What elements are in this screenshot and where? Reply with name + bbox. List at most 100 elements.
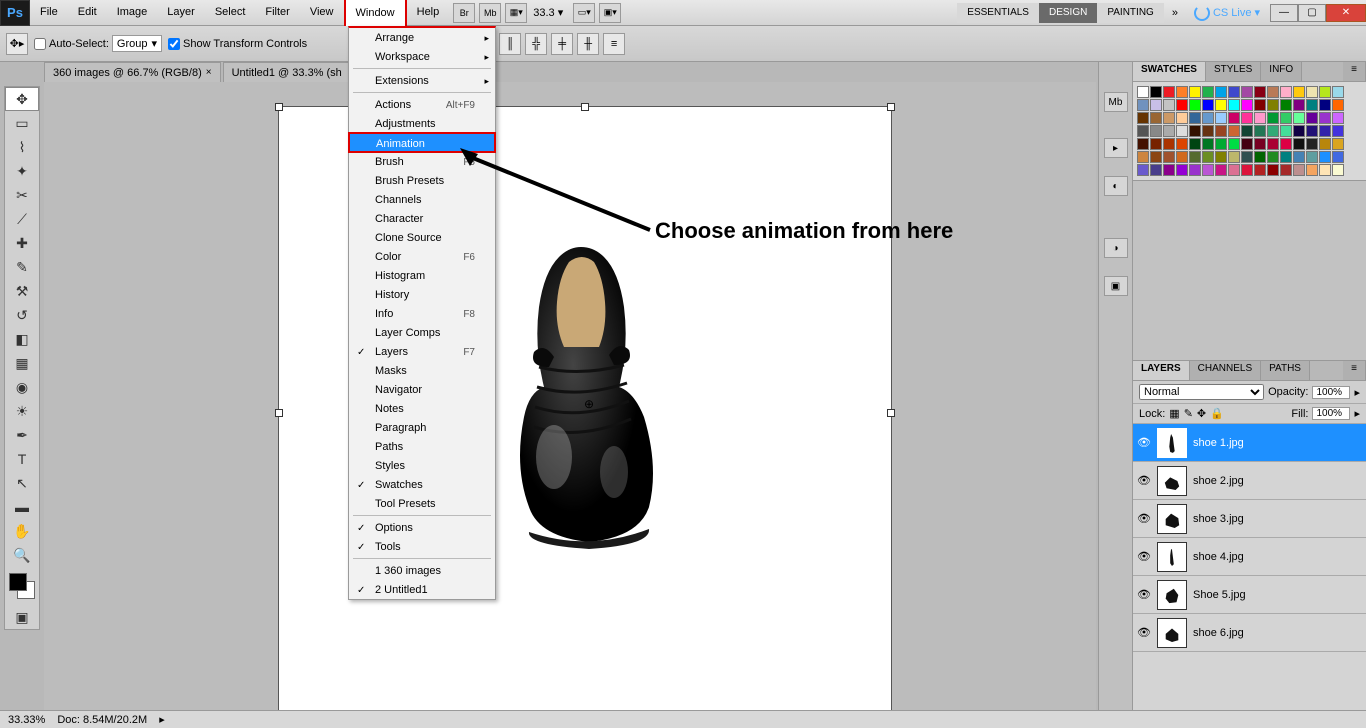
swatch[interactable] <box>1332 164 1344 176</box>
swatch[interactable] <box>1254 86 1266 98</box>
swatch[interactable] <box>1293 138 1305 150</box>
swatch[interactable] <box>1202 99 1214 111</box>
align-icon[interactable]: ≡ <box>603 33 625 55</box>
swatch[interactable] <box>1202 138 1214 150</box>
bridge-icon[interactable]: Br <box>453 3 475 23</box>
mb-panel-icon[interactable]: Mb <box>1104 92 1128 112</box>
menu-item-histogram[interactable]: Histogram <box>349 266 495 285</box>
menu-item-extensions[interactable]: Extensions <box>349 71 495 90</box>
swatch[interactable] <box>1189 138 1201 150</box>
swatch[interactable] <box>1267 99 1279 111</box>
swatch[interactable] <box>1176 125 1188 137</box>
swatch[interactable] <box>1332 125 1344 137</box>
swatch[interactable] <box>1280 125 1292 137</box>
swatch[interactable] <box>1202 86 1214 98</box>
more-workspaces[interactable]: » <box>1172 7 1178 19</box>
eraser-tool[interactable]: ◧ <box>5 327 39 351</box>
maximize-button[interactable]: ▢ <box>1298 4 1326 22</box>
swatch[interactable] <box>1254 112 1266 124</box>
swatch[interactable] <box>1306 125 1318 137</box>
swatch[interactable] <box>1163 86 1175 98</box>
swatch[interactable] <box>1215 164 1227 176</box>
swatch[interactable] <box>1189 112 1201 124</box>
stamp-tool[interactable]: ⚒ <box>5 279 39 303</box>
swatch[interactable] <box>1306 138 1318 150</box>
close-button[interactable]: ✕ <box>1326 4 1366 22</box>
history-panel-icon[interactable]: ▸ <box>1104 138 1128 158</box>
swatch[interactable] <box>1267 138 1279 150</box>
swatch[interactable] <box>1189 125 1201 137</box>
visibility-icon[interactable]: 👁 <box>1137 474 1151 488</box>
swatch[interactable] <box>1241 151 1253 163</box>
eyedropper-tool[interactable]: ⟋ <box>5 207 39 231</box>
swatch[interactable] <box>1319 151 1331 163</box>
swatch[interactable] <box>1202 151 1214 163</box>
menu-item-paths[interactable]: Paths <box>349 437 495 456</box>
document-tab[interactable]: 360 images @ 66.7% (RGB/8)× <box>44 62 221 82</box>
status-flyout-icon[interactable]: ▸ <box>159 713 165 726</box>
menu-item-workspace[interactable]: Workspace <box>349 47 495 66</box>
swatch[interactable] <box>1293 164 1305 176</box>
brush-tool[interactable]: ✎ <box>5 255 39 279</box>
swatch[interactable] <box>1254 164 1266 176</box>
swatch[interactable] <box>1137 164 1149 176</box>
pen-tool[interactable]: ✒ <box>5 423 39 447</box>
color-swatches[interactable] <box>9 573 35 599</box>
info-tab[interactable]: INFO <box>1261 62 1302 81</box>
swatch[interactable] <box>1293 86 1305 98</box>
swatch[interactable] <box>1176 86 1188 98</box>
swatch[interactable] <box>1176 138 1188 150</box>
visibility-icon[interactable]: 👁 <box>1137 436 1151 450</box>
swatch[interactable] <box>1137 86 1149 98</box>
swatch[interactable] <box>1150 164 1162 176</box>
swatch[interactable] <box>1293 112 1305 124</box>
auto-select-dropdown[interactable]: Group ▾ <box>112 35 162 52</box>
swatch[interactable] <box>1150 112 1162 124</box>
swatch[interactable] <box>1332 99 1344 111</box>
swatch[interactable] <box>1215 86 1227 98</box>
move-tool[interactable]: ✥ <box>5 87 39 111</box>
align-icon[interactable]: ╫ <box>577 33 599 55</box>
panel-menu-icon[interactable]: ≡ <box>1343 361 1366 380</box>
swatch[interactable] <box>1241 125 1253 137</box>
swatch[interactable] <box>1228 125 1240 137</box>
hand-tool[interactable]: ✋ <box>5 519 39 543</box>
swatch[interactable] <box>1306 151 1318 163</box>
blend-mode-select[interactable]: Normal <box>1139 384 1264 400</box>
menu-item-layers[interactable]: LayersF7✓ <box>349 342 495 361</box>
menu-window[interactable]: Window <box>344 0 407 26</box>
swatch[interactable] <box>1267 125 1279 137</box>
menu-item-1-360-images[interactable]: 1 360 images <box>349 561 495 580</box>
opacity-input[interactable]: 100% <box>1312 386 1350 399</box>
swatch[interactable] <box>1280 164 1292 176</box>
visibility-icon[interactable]: 👁 <box>1137 588 1151 602</box>
swatch[interactable] <box>1228 86 1240 98</box>
move-tool-preset-icon[interactable]: ✥▸ <box>6 33 28 55</box>
swatch[interactable] <box>1163 138 1175 150</box>
menu-item-arrange[interactable]: Arrange <box>349 28 495 47</box>
close-tab-icon[interactable]: × <box>206 67 212 78</box>
swatch[interactable] <box>1319 164 1331 176</box>
swatch[interactable] <box>1228 99 1240 111</box>
swatch[interactable] <box>1332 86 1344 98</box>
layer-row[interactable]: 👁 shoe 2.jpg <box>1133 462 1366 500</box>
mb-icon[interactable]: Mb <box>479 3 501 23</box>
wand-tool[interactable]: ✦ <box>5 159 39 183</box>
swatch[interactable] <box>1202 125 1214 137</box>
swatch[interactable] <box>1293 151 1305 163</box>
lock-brush-icon[interactable]: ✎ <box>1184 407 1193 420</box>
swatch[interactable] <box>1280 138 1292 150</box>
workspace-design[interactable]: DESIGN <box>1039 3 1097 23</box>
swatch[interactable] <box>1215 151 1227 163</box>
menu-item-tools[interactable]: Tools✓ <box>349 537 495 556</box>
lasso-tool[interactable]: ⌇ <box>5 135 39 159</box>
swatch[interactable] <box>1332 138 1344 150</box>
menu-item-notes[interactable]: Notes <box>349 399 495 418</box>
swatch[interactable] <box>1241 99 1253 111</box>
layer-thumbnail[interactable] <box>1157 466 1187 496</box>
zoom-tool[interactable]: 🔍 <box>5 543 39 567</box>
swatch[interactable] <box>1254 151 1266 163</box>
arrange-icon[interactable]: ▭▾ <box>573 3 595 23</box>
menu-item-info[interactable]: InfoF8 <box>349 304 495 323</box>
quick-mask-tool[interactable]: ▣ <box>5 605 39 629</box>
